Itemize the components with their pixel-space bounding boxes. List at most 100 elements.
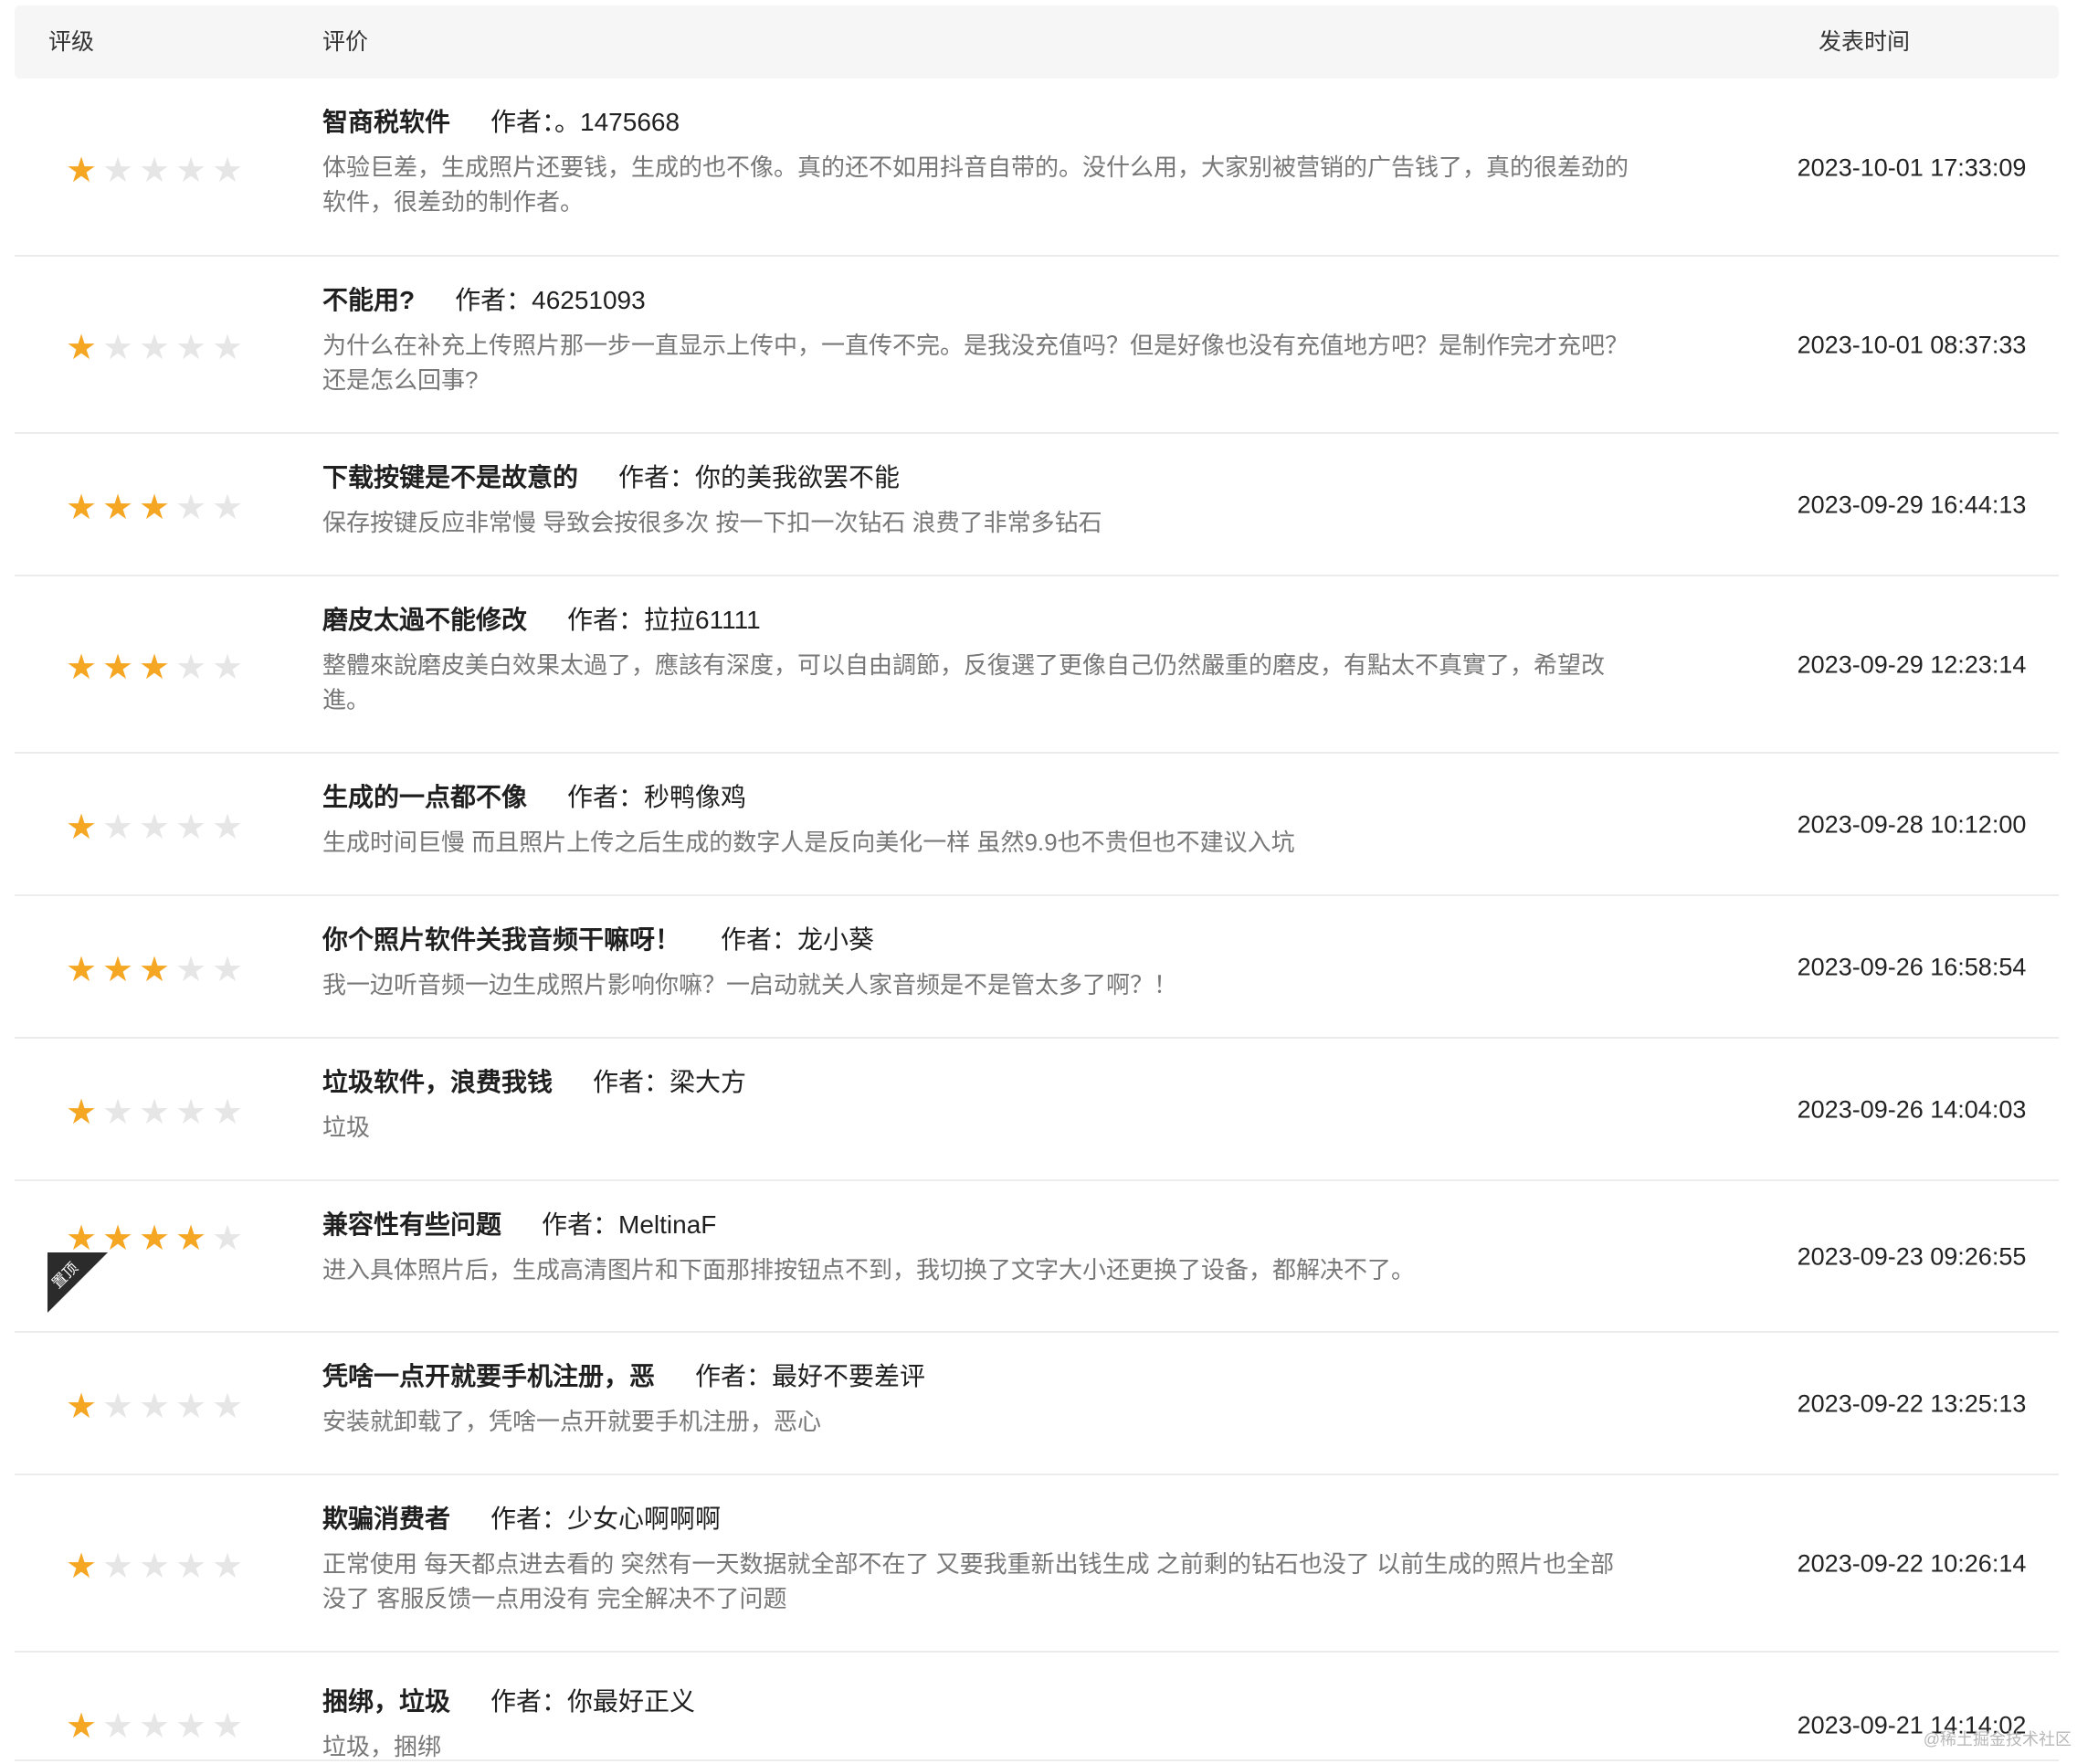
review-title-line: 欺骗消费者 作者：少女心啊啊啊 [322,1501,1656,1537]
star-empty-icon: ★ [174,1706,207,1746]
star-filled-icon: ★ [65,807,98,847]
review-title-line: 生成的一点都不像 作者：秒鸭像鸡 [322,779,1656,816]
review-content: 进入具体照片后，生成高清图片和下面那排按钮点不到，我切换了文字大小还更换了设备，… [322,1256,1416,1283]
review-time: 2023-09-22 10:26:14 [1797,1549,2027,1578]
author-name: 龙小葵 [797,925,875,954]
star-rating: ★ ★ ★ ★ ★ [64,1220,245,1255]
review-row: ★ ★ ★ ★ ★ 垃圾软件，浪费我钱 作者：梁大方 垃圾 2023-09-26 14:04:0… [15,1039,2059,1181]
review-time: 2023-09-22 13:25:13 [1797,1389,2027,1418]
author-name: 拉拉61111 [644,606,761,634]
review-title: 你个照片软件关我音频干嘛呀！ [322,925,681,954]
review-content: 我一边听音频一边生成照片影响你嘛？一启动就关人家音频是不是管太多了啊？！ [322,971,1178,998]
review-body: 兼容性有些问题 作者：MeltinaF 进入具体照片后，生成高清图片和下面那排按钮点… [322,1207,1656,1287]
star-rating: ★ ★ ★ ★ ★ [64,490,245,524]
star-empty-icon: ★ [101,1706,134,1746]
star-empty-icon: ★ [174,1386,207,1426]
star-rating: ★ ★ ★ ★ ★ [64,952,245,987]
review-row: ★ ★ ★ ★ ★ 捆绑，垃圾 作者：你最好正义 垃圾，捆绑 2023-09-21 14:14:… [15,1653,2059,1761]
review-content: 体验巨差，生成照片还要钱，生成的也不像。真的还不如用抖音自带的。没什么用，大家别… [322,153,1629,216]
author-label: 作者： [567,606,645,634]
star-empty-icon: ★ [211,647,244,687]
header-review: 评价 [322,29,369,55]
author-name: 你的美我欲罢不能 [695,463,901,491]
author-label: 作者： [490,108,555,136]
author-name: 秒鸭像鸡 [644,783,747,811]
review-title: 不能用? [322,286,416,314]
review-content: 生成时间巨慢 而且照片上传之后生成的数字人是反向美化一样 虽然9.9也不贵但也不… [322,829,1295,856]
star-empty-icon: ★ [174,149,207,190]
star-empty-icon: ★ [174,327,207,367]
review-content: 正常使用 每天都点进去看的 突然有一天数据就全部不在了 又要我重新出钱生成 之前… [322,1550,1615,1612]
header-rating: 评级 [48,29,95,55]
review-body: 你个照片软件关我音频干嘛呀！ 作者：龙小葵 我一边听音频一边生成照片影响你嘛？一启动… [322,922,1656,1002]
review-content: 保存按键反应非常慢 导致会按很多次 按一下扣一次钻石 浪费了非常多钻石 [322,509,1102,536]
review-row: ★ ★ ★ ★ ★ 置顶 兼容性有些问题 作者：MeltinaF 进入具体照片后，生成高清图片和… [15,1181,2059,1333]
star-filled-icon: ★ [65,1546,98,1586]
author-label: 作者： [542,1210,619,1239]
star-empty-icon: ★ [101,327,134,367]
review-body: 磨皮太過不能修改 作者：拉拉61111 整體來說磨皮美白效果太過了，應該有深度，可以… [322,602,1656,717]
review-body: 下载按键是不是故意的 作者：你的美我欲罢不能保存按键反应非常慢 导致会按很多次 按… [322,459,1656,540]
star-empty-icon: ★ [101,1092,134,1132]
star-empty-icon: ★ [211,327,244,367]
star-empty-icon: ★ [174,647,207,687]
star-filled-icon: ★ [65,1386,98,1426]
review-content: 整體來說磨皮美白效果太過了，應該有深度，可以自由調節，反復選了更像自己仍然嚴重的… [322,651,1606,713]
star-filled-icon: ★ [65,949,98,989]
review-content: 垃圾 [322,1114,371,1141]
review-title-line: 磨皮太過不能修改 作者：拉拉61111 [322,602,1656,639]
review-time: 2023-10-01 17:33:09 [1797,153,2027,181]
star-empty-icon: ★ [138,1386,171,1426]
review-body: 捆绑，垃圾 作者：你最好正义垃圾，捆绑 [322,1684,1656,1764]
review-row: ★ ★ ★ ★ ★ 下载按键是不是故意的 作者：你的美我欲罢不能保存按键反应非常慢 导致会按… [15,434,2059,576]
star-empty-icon: ★ [101,1386,134,1426]
star-filled-icon: ★ [138,1218,171,1258]
review-body: 不能用? 作者：46251093 为什么在补充上传照片那一步一直显示上传中，一直传不… [322,282,1656,397]
review-title-line: 捆绑，垃圾 作者：你最好正义 [322,1684,1656,1720]
review-title: 智商税软件 [322,108,451,136]
author-name: 。1475668 [554,108,680,136]
author-name: 你最好正义 [567,1687,696,1716]
review-body: 智商税软件 作者：。1475668 体验巨差，生成照片还要钱，生成的也不像。真的还不… [322,104,1656,219]
review-time: 2023-09-23 09:26:55 [1797,1242,2027,1271]
star-empty-icon: ★ [138,1092,171,1132]
author-name: MeltinaF [618,1210,717,1239]
star-filled-icon: ★ [138,949,171,989]
star-empty-icon: ★ [211,149,244,190]
review-title-line: 下载按键是不是故意的 作者：你的美我欲罢不能 [322,459,1656,496]
author-label: 作者： [490,1505,568,1533]
star-rating: ★ ★ ★ ★ ★ [64,809,245,844]
star-empty-icon: ★ [101,149,134,190]
star-empty-icon: ★ [211,1218,244,1258]
star-empty-icon: ★ [174,487,207,527]
review-title: 下载按键是不是故意的 [322,463,579,491]
star-filled-icon: ★ [174,1218,207,1258]
star-empty-icon: ★ [138,1706,171,1746]
star-empty-icon: ★ [211,1386,244,1426]
review-body: 垃圾软件，浪费我钱 作者：梁大方 垃圾 [322,1064,1656,1145]
star-filled-icon: ★ [138,487,171,527]
review-content: 垃圾，捆绑 [322,1733,442,1760]
review-body: 凭啥一点开就要手机注册，恶 作者：最好不要差评 安装就卸载了，凭啥一点开就要手机注册… [322,1358,1656,1439]
star-rating: ★ ★ ★ ★ ★ [64,1708,245,1743]
star-empty-icon: ★ [211,949,244,989]
star-filled-icon: ★ [65,1706,98,1746]
review-title-line: 不能用? 作者：46251093 [322,282,1656,319]
author-label: 作者： [490,1687,568,1716]
author-name: 少女心啊啊啊 [567,1505,722,1533]
star-filled-icon: ★ [101,487,134,527]
author-label: 作者： [618,463,696,491]
review-row: ★ ★ ★ ★ ★ 你个照片软件关我音频干嘛呀！ 作者：龙小葵 我一边听音频一边生成照片影响你… [15,896,2059,1039]
star-filled-icon: ★ [65,149,98,190]
star-empty-icon: ★ [138,807,171,847]
star-empty-icon: ★ [211,1092,244,1132]
header-time: 发表时间 [1819,29,1911,55]
star-empty-icon: ★ [174,807,207,847]
star-empty-icon: ★ [211,1546,244,1586]
watermark: @稀土掘金技术社区 [1923,1730,2072,1748]
star-filled-icon: ★ [65,647,98,687]
star-rating: ★ ★ ★ ★ ★ [64,1548,245,1583]
review-row: ★ ★ ★ ★ ★ 不能用? 作者：46251093 为什么在补充上传照片那一步一直显示上传中… [15,257,2059,434]
review-content: 安装就卸载了，凭啥一点开就要手机注册，恶心 [322,1408,822,1435]
review-title: 磨皮太過不能修改 [322,606,528,634]
